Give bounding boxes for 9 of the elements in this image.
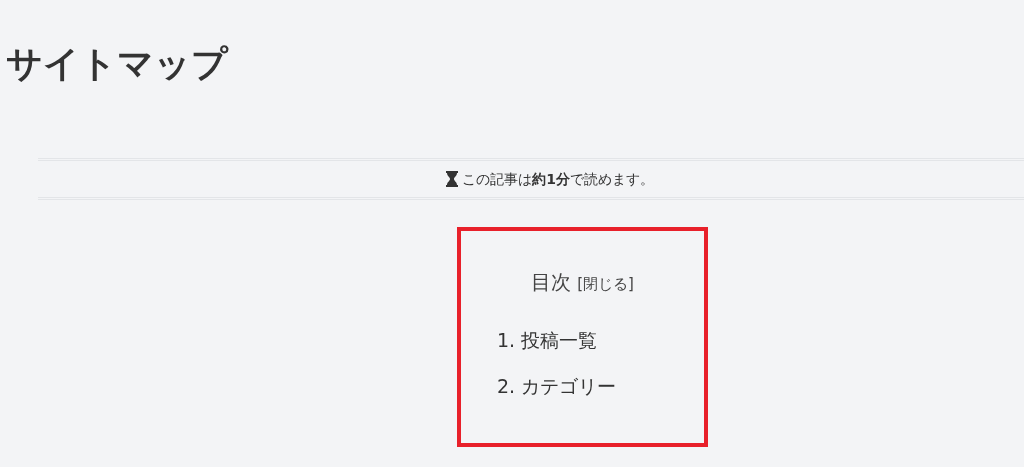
reading-time-text: この記事は約1分で読めます。 <box>462 169 654 189</box>
toc-link[interactable]: 投稿一覧 <box>521 325 598 355</box>
page-title: サイトマップ <box>5 42 228 86</box>
item-number: 2. <box>497 374 516 399</box>
close-toc-link[interactable]: [閉じる] <box>577 273 634 296</box>
item-number: 1. <box>497 328 516 353</box>
hourglass-icon <box>446 171 459 187</box>
toc-link[interactable]: カテゴリー <box>521 371 617 401</box>
toc-title: 目次 <box>531 269 572 296</box>
